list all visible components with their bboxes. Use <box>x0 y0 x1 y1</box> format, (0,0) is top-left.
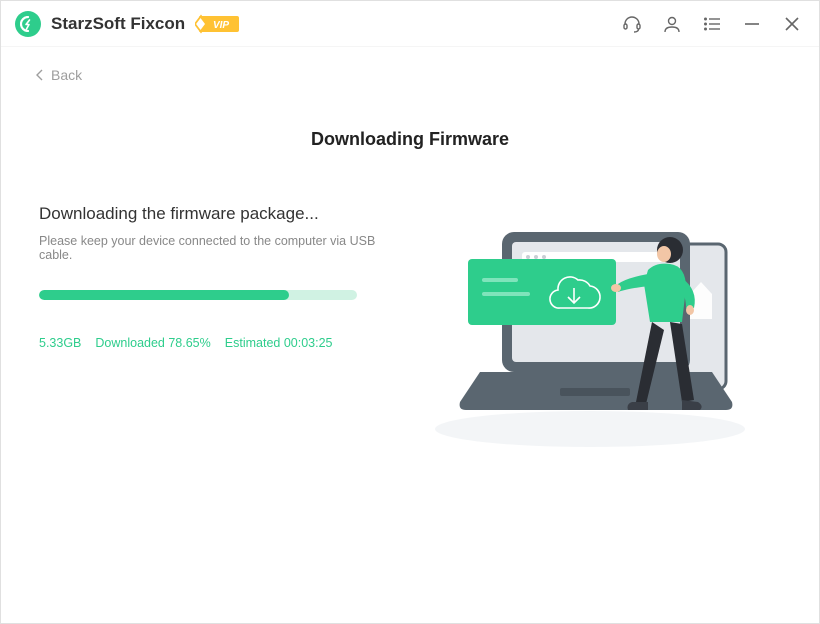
stat-downloaded: Downloaded 78.65% <box>95 336 210 350</box>
close-icon[interactable] <box>781 13 803 35</box>
download-stats: 5.33GB Downloaded 78.65% Estimated 00:03… <box>39 336 403 350</box>
titlebar-controls <box>621 13 803 35</box>
titlebar: StarzSoft Fixcon VIP <box>1 1 819 47</box>
back-button[interactable]: Back <box>33 67 82 83</box>
stat-estimated: Estimated 00:03:25 <box>225 336 333 350</box>
chevron-left-icon <box>33 68 47 82</box>
download-panel: Downloading the firmware package... Plea… <box>33 204 403 464</box>
progress-fill <box>39 290 289 300</box>
download-heading: Downloading the firmware package... <box>39 204 403 224</box>
progress-bar <box>39 290 357 300</box>
user-icon[interactable] <box>661 13 683 35</box>
vip-badge-icon: VIP <box>195 14 239 34</box>
app-window: StarzSoft Fixcon VIP <box>0 0 820 624</box>
minimize-icon[interactable] <box>741 13 763 35</box>
download-subtext: Please keep your device connected to the… <box>39 234 403 262</box>
menu-icon[interactable] <box>701 13 723 35</box>
support-icon[interactable] <box>621 13 643 35</box>
app-logo-icon <box>15 11 41 37</box>
back-label: Back <box>51 67 82 83</box>
stat-size: 5.33GB <box>39 336 81 350</box>
app-title: StarzSoft Fixcon <box>51 14 185 34</box>
page-title: Downloading Firmware <box>33 129 787 150</box>
svg-text:VIP: VIP <box>213 20 229 31</box>
illustration <box>403 204 787 464</box>
content-area: Back Downloading Firmware Downloading th… <box>1 47 819 623</box>
